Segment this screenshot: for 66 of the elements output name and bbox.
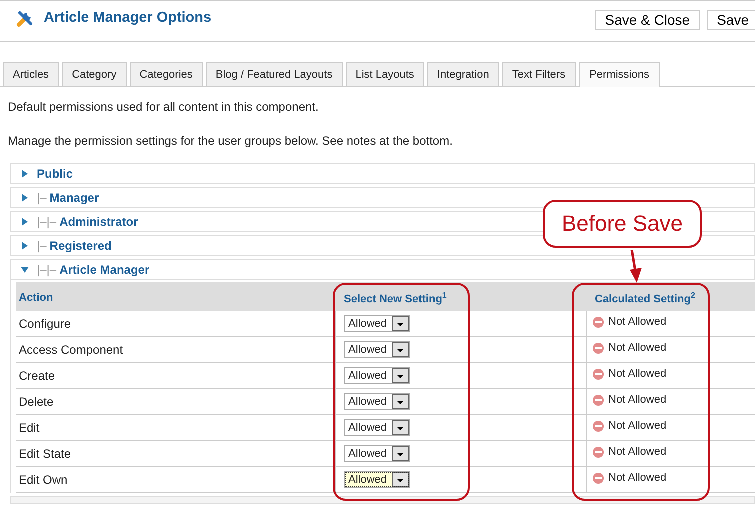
column-header: Calculated Setting$^{2}$ xyxy=(586,282,755,311)
callout-arrow xyxy=(629,250,643,284)
tree-prefix: |– xyxy=(37,238,47,252)
dropdown-caret-icon xyxy=(392,342,408,357)
tab[interactable]: Text Filters xyxy=(502,62,576,86)
group-name: Administrator xyxy=(60,214,138,228)
setting-dropdown[interactable]: Allowed xyxy=(344,341,410,358)
toolbar-button[interactable]: Save xyxy=(707,10,755,30)
group-header[interactable]: Public xyxy=(10,163,755,184)
tab[interactable]: List Layouts xyxy=(346,62,424,86)
tab[interactable]: Blog / Featured Layouts xyxy=(206,62,343,86)
column-header: Select New Setting$^{1}$ xyxy=(335,282,586,311)
calculated-setting: Not Allowed xyxy=(608,446,667,458)
denied-icon xyxy=(592,472,604,484)
dropdown-caret-icon xyxy=(392,446,408,461)
denied-icon xyxy=(592,446,604,458)
calculated-setting: Not Allowed xyxy=(608,394,667,406)
dropdown-caret-icon xyxy=(392,420,408,435)
column-header: Action xyxy=(16,282,335,311)
group-name: Registered xyxy=(50,238,112,252)
group-header[interactable]: |–|– Article Manager xyxy=(10,259,755,280)
callout-label: Before Save xyxy=(543,200,702,248)
group-name: Manager xyxy=(50,190,100,204)
setting-dropdown[interactable]: Allowed xyxy=(344,471,410,488)
table-cell: Edit xyxy=(16,414,335,440)
tree-prefix: |–|– xyxy=(37,262,57,276)
tab[interactable]: Permissions xyxy=(578,62,660,87)
calculated-setting: Not Allowed xyxy=(608,368,667,380)
setting-dropdown[interactable]: Allowed xyxy=(344,393,410,410)
table-cell: Access Component xyxy=(16,336,335,362)
tree-prefix: |– xyxy=(37,190,47,204)
toolbar-button[interactable]: Save & Close xyxy=(595,10,700,30)
table-cell: Configure xyxy=(16,311,335,336)
setting-dropdown[interactable]: Allowed xyxy=(344,367,410,384)
setting-dropdown[interactable]: Allowed xyxy=(344,419,410,436)
table-cell: Delete xyxy=(16,388,335,414)
table-cell: Edit Own xyxy=(16,466,335,492)
denied-icon xyxy=(592,394,604,406)
tab[interactable]: Category xyxy=(62,62,127,86)
calculated-setting: Not Allowed xyxy=(608,342,667,354)
tab[interactable]: Integration xyxy=(427,62,500,86)
calculated-setting: Not Allowed xyxy=(608,316,667,328)
intro-text: Manage the permission settings for the user groups below. See notes at the bottom. xyxy=(8,134,454,148)
group-name: Public xyxy=(37,166,74,180)
denied-icon xyxy=(592,368,604,380)
calculated-setting: Not Allowed xyxy=(608,420,667,432)
dropdown-caret-icon xyxy=(392,368,408,383)
dropdown-caret-icon xyxy=(392,472,408,487)
page-title: Article Manager Options xyxy=(44,10,212,26)
group-header[interactable]: |– Manager xyxy=(10,187,755,208)
intro-text: Default permissions used for all content in this component. xyxy=(8,100,320,114)
table-cell: Create xyxy=(16,362,335,388)
group-name: Article Manager xyxy=(60,262,150,276)
dropdown-caret-icon xyxy=(392,394,408,409)
denied-icon xyxy=(592,342,604,354)
denied-icon xyxy=(592,420,604,432)
setting-dropdown[interactable]: Allowed xyxy=(344,445,410,462)
tree-prefix: |–|– xyxy=(37,214,57,228)
tools-icon xyxy=(16,10,34,28)
denied-icon xyxy=(592,316,604,328)
dropdown-caret-icon xyxy=(392,316,408,331)
tab[interactable]: Articles xyxy=(3,62,60,86)
setting-dropdown[interactable]: Allowed xyxy=(344,315,410,332)
table-cell: Edit State xyxy=(16,440,335,466)
tab[interactable]: Categories xyxy=(130,62,203,86)
calculated-setting: Not Allowed xyxy=(608,472,667,484)
